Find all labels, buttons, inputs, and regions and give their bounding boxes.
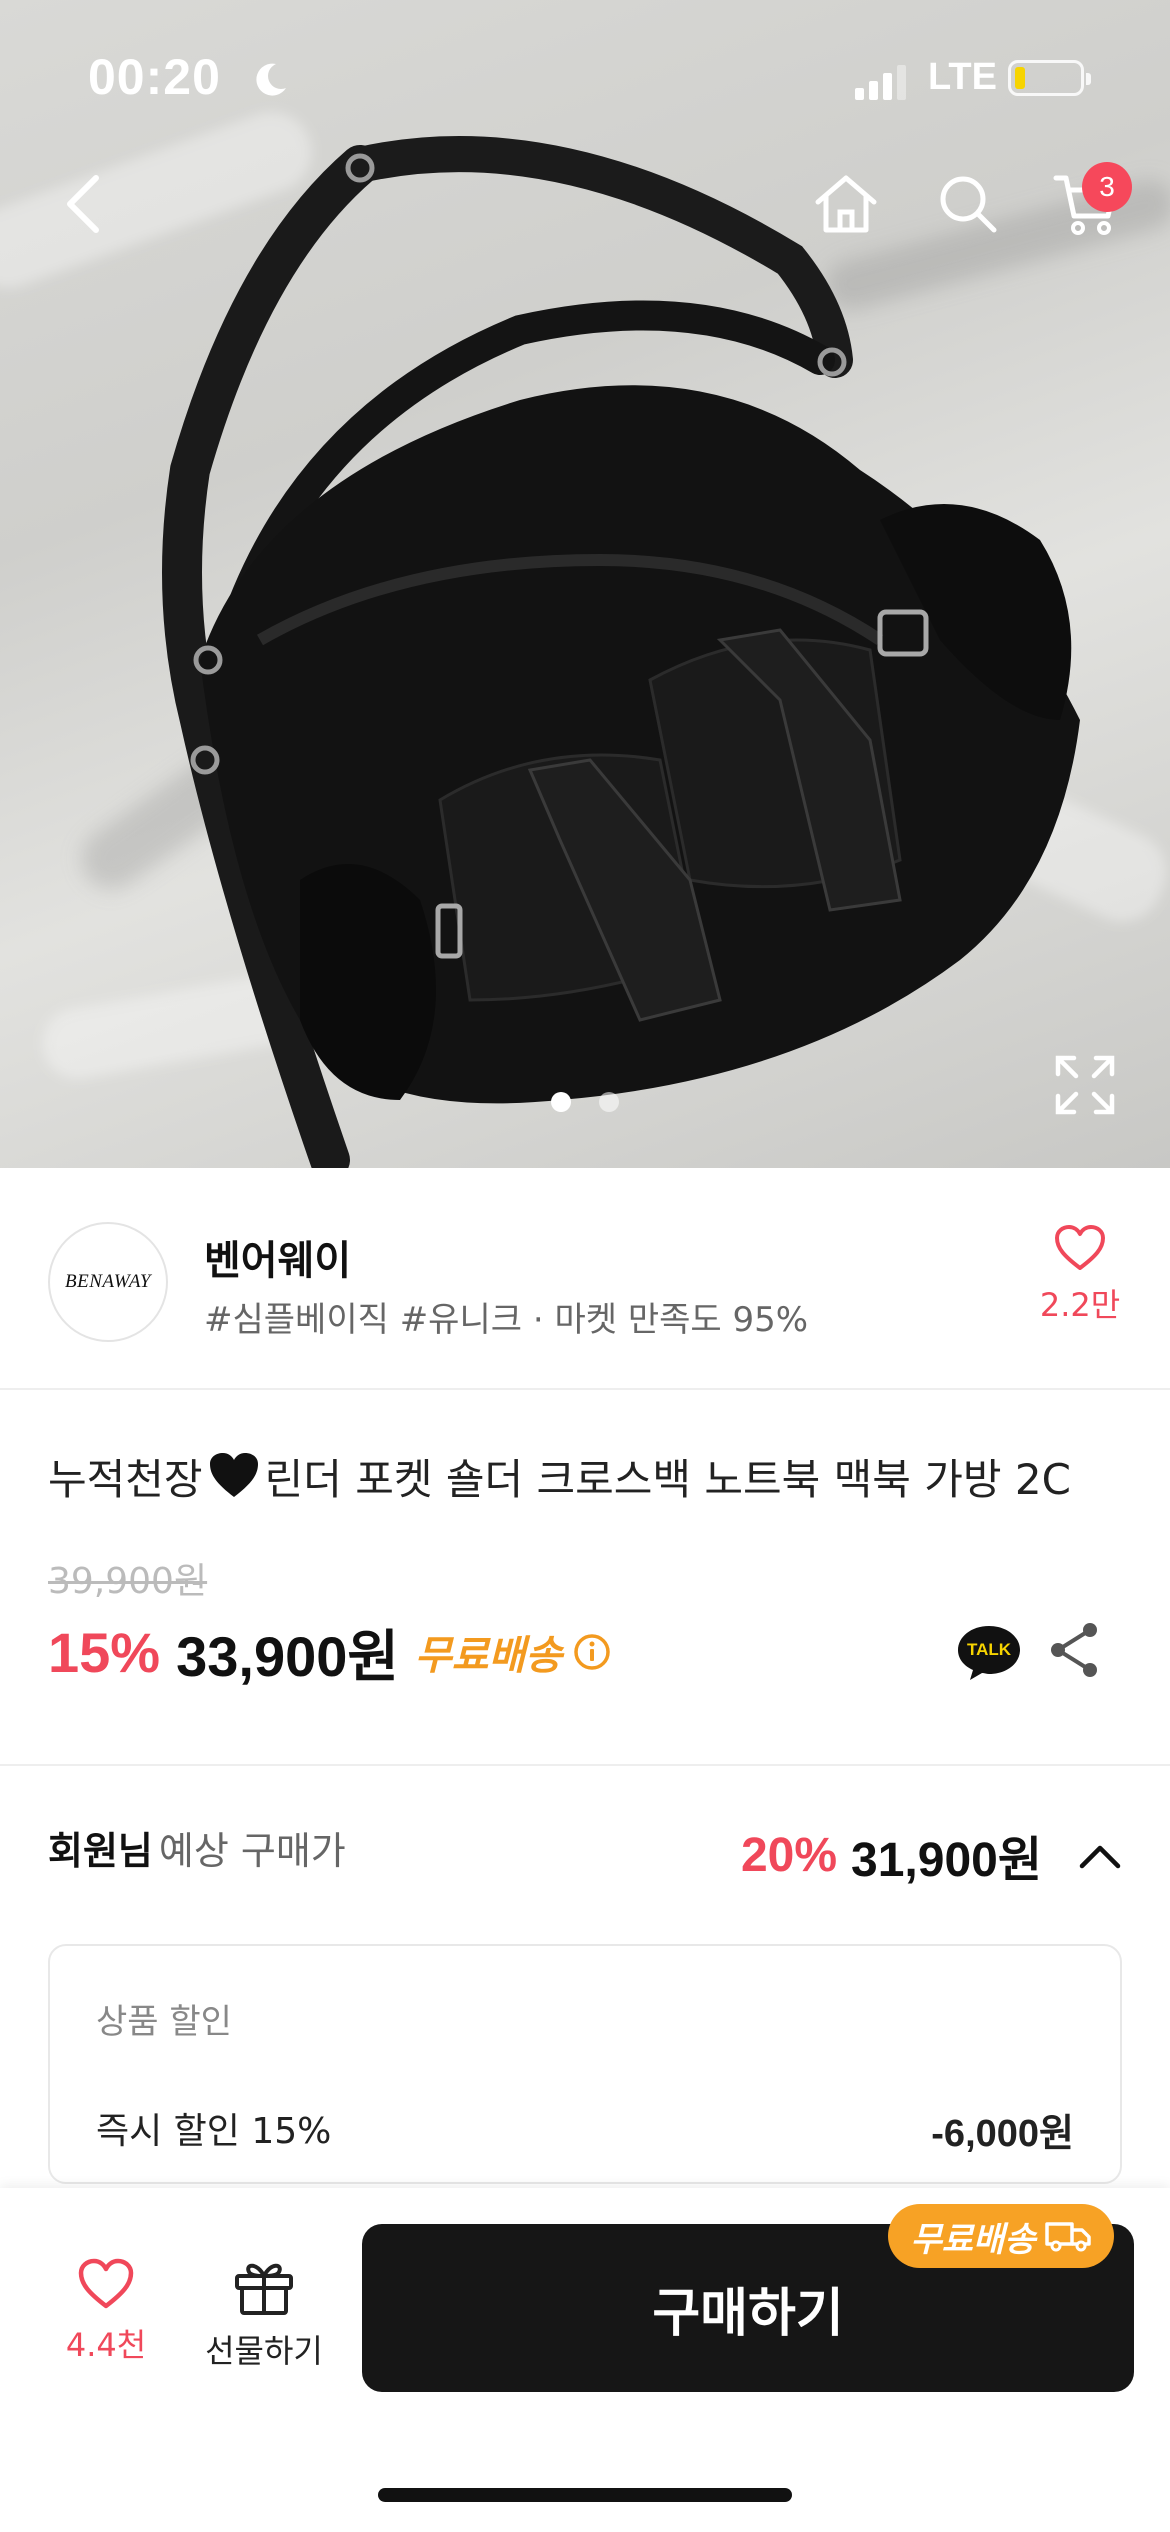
price-row: 15% 33,900원 무료배송	[48, 1612, 612, 1692]
expand-icon[interactable]	[1050, 1050, 1120, 1120]
shop-tags: #심플베이직 #유니크 · 마켓 만족도 95%	[204, 1300, 809, 1340]
shop-favorite-count: 2.2만	[1039, 1286, 1121, 1324]
discount-rate: 15%	[48, 1620, 161, 1684]
expected-price-label: 예상 구매가	[158, 1829, 346, 1873]
kakao-talk-button[interactable]: TALK	[956, 1622, 1022, 1686]
product-title-suffix: 린더 포켓 숄더 크로스백 노트북 맥북 가방 2C	[264, 1455, 1071, 1504]
member-price: 31,900원	[851, 1834, 1042, 1887]
home-indicator	[378, 2488, 792, 2502]
status-time: 00:20	[88, 49, 221, 105]
home-icon	[815, 175, 877, 233]
back-button[interactable]	[42, 164, 122, 244]
member-discount-rate: 20%	[740, 1828, 838, 1882]
bottom-action-bar: 4.4천 선물하기 구매하기 무료배송	[0, 2188, 1170, 2532]
battery-icon	[1008, 60, 1091, 96]
signal-icon	[855, 65, 906, 100]
home-button[interactable]	[806, 164, 886, 244]
info-icon[interactable]	[572, 1632, 612, 1672]
product-title-prefix: 누적천장	[48, 1455, 203, 1504]
carousel-dot[interactable]	[551, 1092, 571, 1112]
instant-discount-value: -6,000원	[931, 2113, 1074, 2155]
black-heart-icon	[209, 1453, 258, 1497]
talk-icon: TALK	[958, 1626, 1020, 1680]
talk-label: TALK	[967, 1640, 1012, 1659]
heart-icon	[1055, 1225, 1105, 1270]
heart-icon	[78, 2258, 134, 2309]
chevron-up-icon[interactable]	[1078, 1840, 1122, 1870]
status-bar: 00:20 LTE	[0, 44, 1170, 114]
share-icon	[1051, 1623, 1097, 1677]
carousel-indicator	[0, 1092, 1170, 1112]
member-price-row[interactable]: 회원님 예상 구매가 20% 31,900원	[48, 1820, 1122, 1890]
gift-label: 선물하기	[205, 2332, 323, 2370]
product-title: 누적천장 린더 포켓 숄더 크로스백 노트북 맥북 가방 2C	[48, 1446, 1148, 1507]
share-button[interactable]	[1046, 1620, 1102, 1684]
search-icon	[940, 176, 997, 233]
sale-price: 33,900원	[176, 1624, 399, 1688]
free-shipping-label: 무료배송	[414, 1633, 563, 1679]
network-label: LTE	[928, 56, 997, 98]
carousel-dot[interactable]	[599, 1092, 619, 1112]
section-divider	[0, 1764, 1170, 1766]
free-shipping-badge: 무료배송	[888, 2204, 1114, 2268]
like-button[interactable]: 4.4천	[46, 2258, 166, 2366]
moon-icon	[256, 63, 286, 96]
search-button[interactable]	[928, 164, 1008, 244]
like-count: 4.4천	[65, 2326, 147, 2364]
discount-detail-header: 상품 할인	[96, 2002, 232, 2042]
gift-icon	[235, 2263, 293, 2315]
shop-favorite-button[interactable]: 2.2만	[1020, 1224, 1140, 1326]
original-price: 39,900원	[48, 1561, 208, 1602]
chevron-left-icon	[67, 175, 99, 233]
gift-button[interactable]: 선물하기	[194, 2258, 334, 2372]
free-shipping-badge-label: 무료배송	[910, 2219, 1036, 2260]
truck-icon	[1044, 2222, 1091, 2252]
instant-discount-label: 즉시 할인 15%	[96, 2111, 332, 2152]
member-label: 회원님	[48, 1829, 153, 1873]
cart-count-badge: 3	[1082, 162, 1132, 212]
shop-name[interactable]: 벤어웨이	[204, 1228, 351, 1286]
shop-info[interactable]: BENAWAY 벤어웨이 #심플베이직 #유니크 · 마켓 만족도 95% 2.…	[0, 1168, 1170, 1390]
discount-detail-box: 상품 할인 즉시 할인 15% -6,000원	[48, 1944, 1122, 2184]
product-image-carousel[interactable]: 00:20 LTE 3	[0, 0, 1170, 1168]
shop-logo[interactable]: BENAWAY	[48, 1222, 168, 1342]
